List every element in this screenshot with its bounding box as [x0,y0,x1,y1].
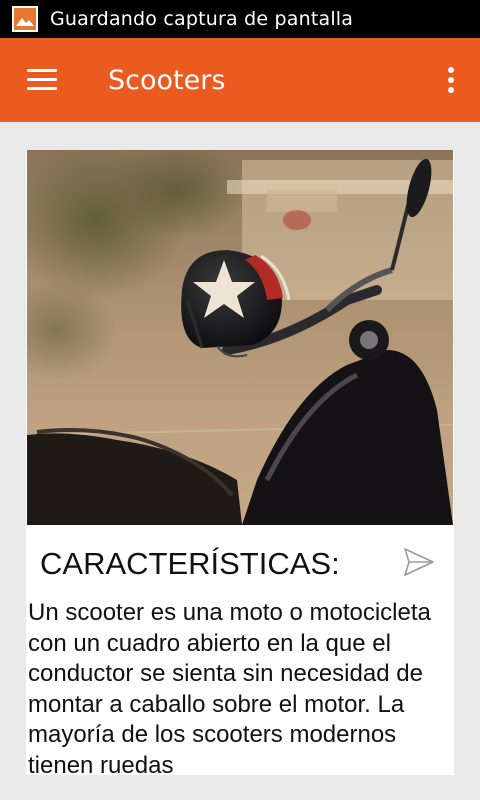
section-title: CARACTERÍSTICAS: [40,546,340,581]
status-bar: Guardando captura de pantalla [0,0,480,38]
bottom-edge [0,775,480,800]
scooter-with-helmet-photo [27,150,453,525]
article-card: CARACTERÍSTICAS: Un scooter es una moto … [26,150,454,800]
more-options-icon[interactable] [448,67,454,93]
image-notification-icon [12,6,38,32]
description-text: Un scooter es una moto o motocicleta con… [28,599,431,779]
send-icon[interactable] [402,545,436,579]
menu-icon[interactable] [27,69,57,91]
app-bar: Scooters [0,38,480,122]
page-title: Scooters [108,64,226,96]
notification-text: Guardando captura de pantalla [50,8,354,30]
